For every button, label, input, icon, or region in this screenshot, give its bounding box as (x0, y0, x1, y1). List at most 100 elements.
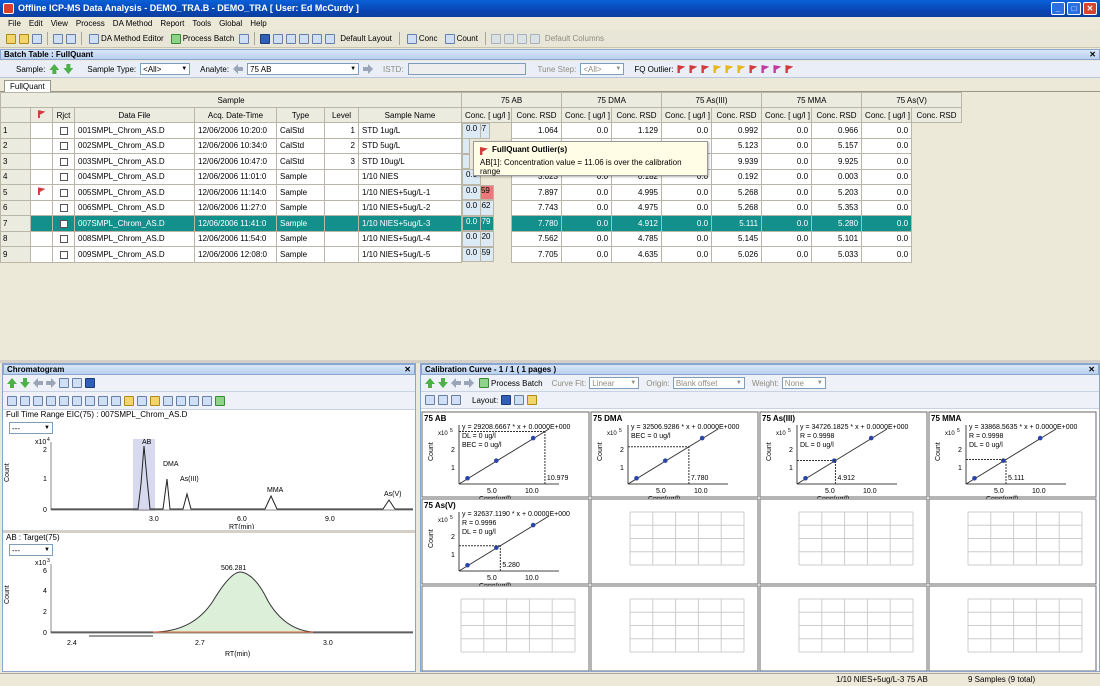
merge-icon[interactable] (189, 395, 199, 406)
area-icon[interactable] (163, 395, 173, 406)
layout-5-icon[interactable] (312, 33, 323, 44)
layout-single-icon[interactable] (514, 395, 525, 405)
help-icon[interactable] (239, 33, 250, 44)
prev-analyte-icon[interactable] (233, 64, 244, 74)
minimize-button[interactable]: _ (1051, 2, 1065, 15)
table-row[interactable]: 8 008SMPL_Chrom_AS.D 12/06/2006 11:54:0 Sam… (0, 230, 962, 247)
layout-6-icon[interactable] (325, 33, 336, 44)
print-icon[interactable] (59, 378, 69, 388)
layout-4-icon[interactable] (299, 33, 310, 44)
column-header[interactable]: Sample Name (358, 107, 462, 123)
outlier-flag-icon[interactable] (749, 65, 758, 73)
column-3-icon[interactable] (516, 33, 527, 44)
analyte-select[interactable]: 75 AB ▼ (247, 63, 360, 75)
maximize-button[interactable]: □ (1067, 2, 1081, 15)
close-panel-icon[interactable]: ✕ (1088, 365, 1095, 375)
chart-icon[interactable] (85, 395, 95, 406)
menu-item[interactable]: Global (219, 17, 242, 30)
column-1-icon[interactable] (490, 33, 501, 44)
tab-fullquant[interactable]: FullQuant (4, 80, 51, 92)
menu-item[interactable]: View (51, 17, 68, 30)
autoscale-x-icon[interactable] (451, 395, 461, 405)
layout-1-icon[interactable] (260, 33, 271, 44)
outlier-flag-icon[interactable] (713, 65, 722, 73)
target-select[interactable]: --- ▼ (9, 544, 53, 556)
next-sample-icon[interactable] (438, 378, 448, 388)
reject-checkbox[interactable] (52, 184, 75, 201)
close-button[interactable]: ✕ (1083, 2, 1097, 15)
column-header[interactable]: Conc. RSD (611, 107, 663, 123)
apply-icon[interactable] (215, 395, 225, 406)
prev-sample-icon[interactable] (7, 378, 17, 388)
column-header[interactable]: Conc. [ ug/l ] (561, 107, 613, 123)
table-row[interactable]: 1 001SMPL_Chrom_AS.D 12/06/2006 10:20:0 Cal… (0, 122, 962, 139)
outlier-flag-icon[interactable] (689, 65, 698, 73)
count-button[interactable]: Count (443, 32, 480, 46)
menu-item[interactable]: Edit (29, 17, 43, 30)
column-header[interactable]: Conc. [ ug/l ] (761, 107, 813, 123)
auto-integrate-icon[interactable] (124, 395, 134, 406)
menu-item[interactable]: File (8, 17, 21, 30)
column-header[interactable]: Conc. [ ug/l ] (461, 107, 512, 123)
column-header[interactable]: Level (324, 107, 359, 123)
column-header[interactable]: Conc. RSD (811, 107, 863, 123)
column-header[interactable]: Conc. RSD (711, 107, 763, 123)
menu-item[interactable]: Report (160, 17, 184, 30)
copy-icon[interactable] (72, 378, 82, 388)
layout-2-icon[interactable] (273, 33, 284, 44)
flag-column-header[interactable] (30, 107, 53, 123)
layout-3-icon[interactable] (286, 33, 297, 44)
tune-step-select[interactable]: <All> ▼ (580, 63, 625, 75)
column-header[interactable]: Conc. RSD (911, 107, 963, 123)
process-batch-button[interactable]: Process Batch (477, 376, 545, 390)
reject-checkbox[interactable] (52, 215, 75, 232)
table-row[interactable]: 6 006SMPL_Chrom_AS.D 12/06/2006 11:27:0 Sam… (0, 199, 962, 216)
spectrum-icon[interactable] (111, 395, 121, 406)
zoom-icon[interactable] (425, 395, 435, 405)
baseline-icon[interactable] (59, 395, 69, 406)
print-icon[interactable] (53, 33, 63, 44)
reject-checkbox[interactable] (52, 199, 75, 216)
menu-item[interactable]: Process (76, 17, 105, 30)
column-header[interactable]: Conc. [ ug/l ] (861, 107, 913, 123)
column-header[interactable]: Type (276, 107, 325, 123)
column-header[interactable]: Acq. Date-Time (194, 107, 277, 123)
column-4-icon[interactable] (529, 33, 540, 44)
column-header[interactable]: Conc. RSD (510, 107, 563, 123)
prev-sample-icon[interactable] (425, 378, 435, 388)
next-sample-icon[interactable] (20, 378, 30, 388)
overlay-icon[interactable] (85, 378, 95, 388)
autoscale-y-icon[interactable] (20, 395, 30, 406)
table-row[interactable]: 9 009SMPL_Chrom_AS.D 12/06/2006 12:08:0 Sam… (0, 246, 962, 263)
autoscale-x-icon[interactable] (33, 395, 43, 406)
menu-item[interactable]: DA Method (113, 17, 153, 30)
istd-select[interactable] (407, 63, 526, 75)
peak-icon[interactable] (72, 395, 82, 406)
integrate-icon[interactable] (46, 395, 56, 406)
process-batch-button[interactable]: Process Batch (169, 32, 237, 46)
table-row[interactable]: 7 007SMPL_Chrom_AS.D 12/06/2006 11:41:0 Sam… (0, 215, 962, 232)
manual-integrate-icon[interactable] (150, 395, 160, 406)
save-icon[interactable] (32, 33, 42, 44)
zoom-icon[interactable] (7, 395, 17, 406)
column-header[interactable]: Conc. [ ug/l ] (661, 107, 713, 123)
prev-sample-icon[interactable] (49, 64, 60, 74)
next-analyte-icon[interactable] (464, 378, 474, 388)
reject-checkbox[interactable] (52, 168, 75, 185)
table-icon[interactable] (98, 395, 108, 406)
layout-grid-icon[interactable] (501, 395, 512, 405)
default-columns-button[interactable]: Default Columns (543, 32, 606, 46)
prev-analyte-icon[interactable] (33, 378, 43, 388)
next-sample-icon[interactable] (63, 64, 74, 74)
print-preview-icon[interactable] (66, 33, 76, 44)
reject-checkbox[interactable] (52, 230, 75, 247)
outlier-flag-icon[interactable] (701, 65, 710, 73)
sample-type-select[interactable]: <All> ▼ (140, 63, 191, 75)
reject-checkbox[interactable] (52, 122, 75, 139)
outlier-flag-icon[interactable] (761, 65, 770, 73)
new-icon[interactable] (6, 33, 16, 44)
label-icon[interactable] (137, 395, 147, 406)
origin-select[interactable]: Blank offset ▼ (672, 377, 745, 389)
menu-item[interactable]: Tools (192, 17, 211, 30)
prev-analyte-icon[interactable] (451, 378, 461, 388)
